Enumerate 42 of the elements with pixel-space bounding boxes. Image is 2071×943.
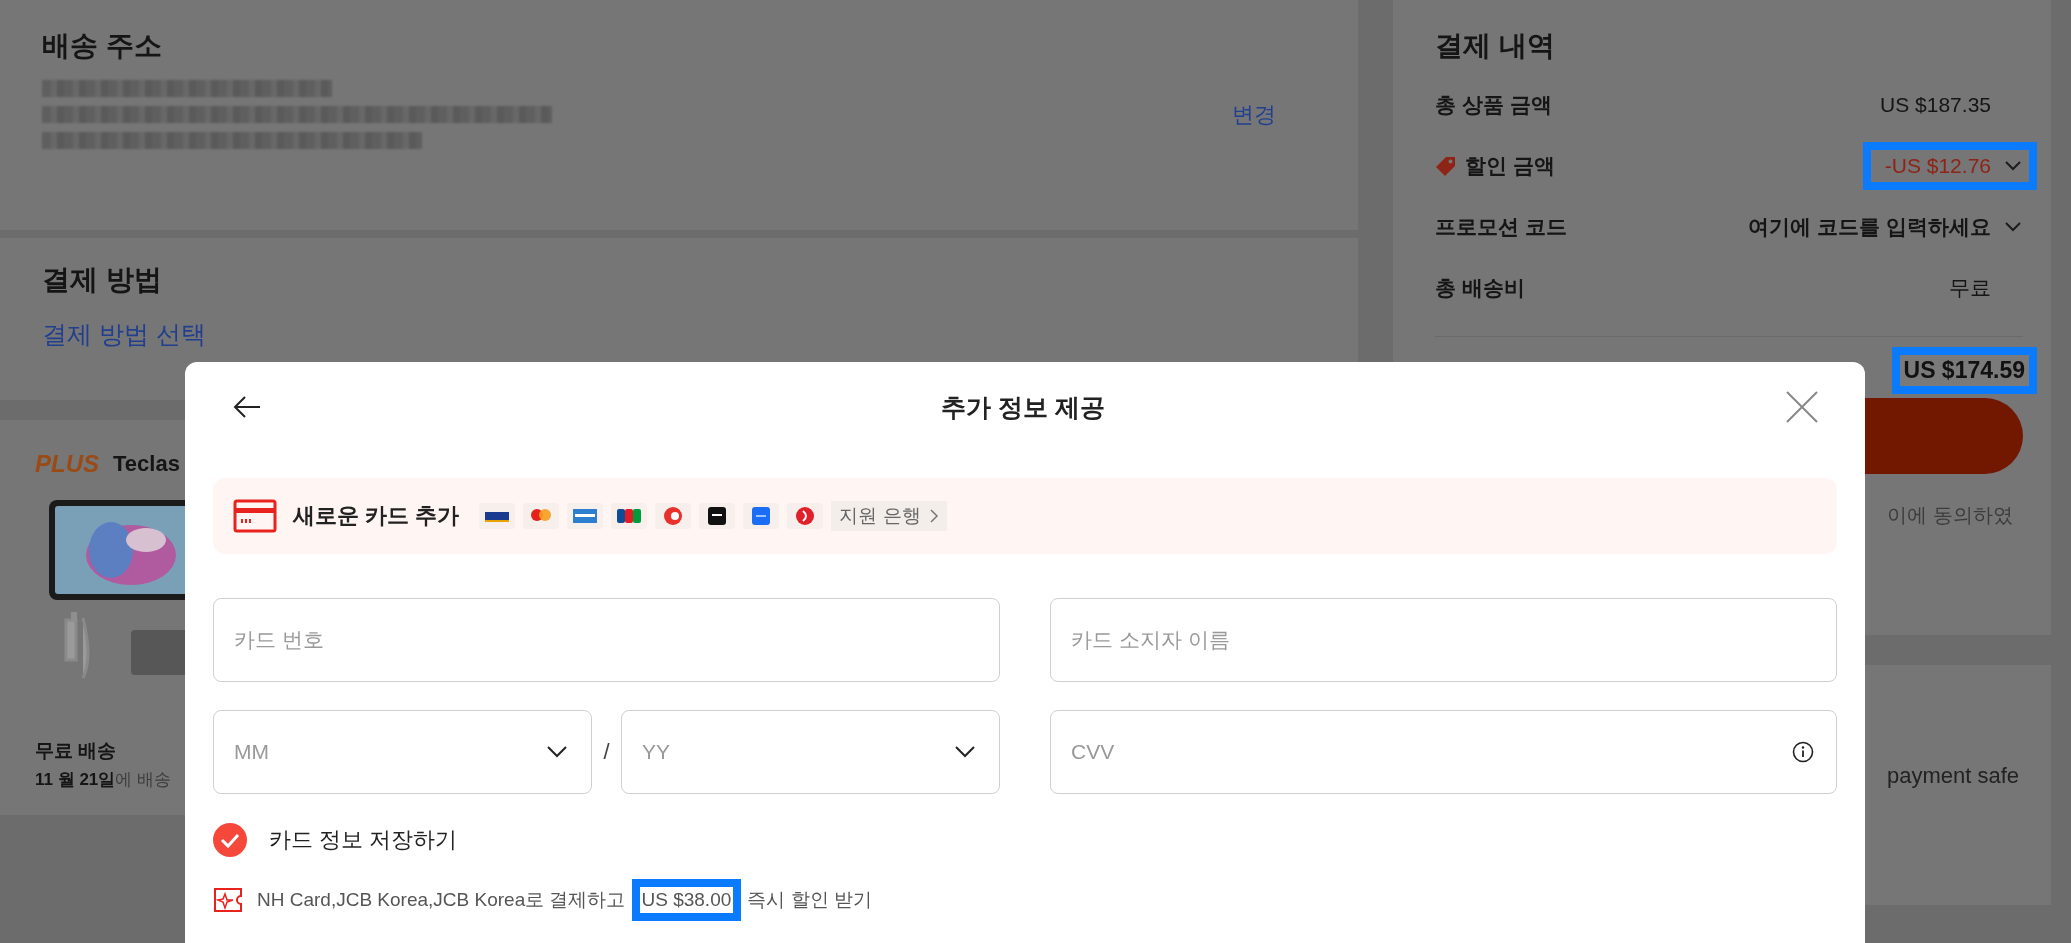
tag-icon bbox=[1435, 154, 1457, 177]
delivery-date: 11 월 21일에 배송 bbox=[35, 769, 172, 791]
info-icon[interactable] bbox=[1792, 741, 1814, 763]
input-field[interactable]: 카드 소지자 이름 bbox=[1050, 598, 1837, 682]
summary-value: 무료 bbox=[1949, 274, 1991, 301]
chevron-right-icon bbox=[928, 508, 939, 524]
summary-value[interactable]: 여기에 코드를 입력하세요 bbox=[1748, 212, 1991, 241]
promo-text: NH Card,JCB Korea,JCB Korea로 결제하고 bbox=[257, 888, 626, 912]
date-separator: / bbox=[602, 739, 611, 765]
promo-amount: US $38.00 bbox=[631, 879, 742, 921]
checkbox[interactable] bbox=[213, 823, 247, 857]
modal-title: 추가 정보 제공 bbox=[941, 391, 1105, 423]
summary-label: 총 상품 금액 bbox=[1435, 91, 1552, 118]
summary-label: 할인 금액 bbox=[1465, 152, 1555, 179]
summary-value: US $187.35 bbox=[1880, 92, 1991, 117]
safety-text: payment safe bbox=[1886, 763, 2019, 788]
promo-suffix: 즉시 할인 받기 bbox=[747, 888, 872, 912]
input-field[interactable]: YY bbox=[621, 710, 1000, 794]
section-title: 결제 방법 bbox=[42, 263, 163, 297]
summary-label: 총 배송비 bbox=[1435, 274, 1525, 301]
summary-title: 결제 내역 bbox=[1435, 29, 1556, 63]
supported-banks-link[interactable]: 지원 은행 bbox=[831, 501, 947, 531]
plus-logo: PLUS bbox=[35, 450, 99, 478]
credit-card-icon bbox=[233, 499, 277, 533]
summary-label: 프로모션 코드 bbox=[1435, 213, 1567, 240]
section-title: 배송 주소 bbox=[42, 29, 163, 63]
coupon-icon bbox=[213, 887, 243, 913]
back-arrow-icon[interactable] bbox=[233, 395, 261, 419]
save-card-label: 카드 정보 저장하기 bbox=[269, 826, 458, 854]
agreement-text: 이에 동의하였 bbox=[1886, 503, 2014, 528]
add-card-banner[interactable]: 새로운 카드 추가 지원 은행 bbox=[213, 478, 1837, 554]
store-name[interactable]: Teclas bbox=[113, 451, 180, 477]
input-field[interactable]: CVV bbox=[1050, 710, 1837, 794]
change-link[interactable]: 변경 bbox=[1232, 99, 1276, 130]
summary-value: -US $12.76 bbox=[1884, 153, 1991, 178]
input-field[interactable]: 카드 번호 bbox=[213, 598, 1000, 682]
shipping-label: 무료 배송 bbox=[35, 739, 117, 763]
input-field[interactable]: MM bbox=[213, 710, 592, 794]
select-payment-link[interactable]: 결제 방법 선택 bbox=[42, 318, 206, 351]
add-card-label: 새로운 카드 추가 bbox=[293, 502, 460, 530]
close-icon[interactable] bbox=[1785, 390, 1819, 424]
total-amount: US $174.59 bbox=[1891, 347, 2037, 394]
